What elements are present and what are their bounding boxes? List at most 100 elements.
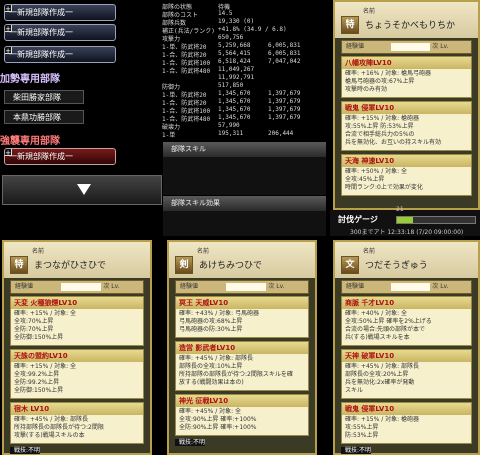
card-footer: 戦技:不明 [10,447,41,454]
skill-line: 所持部隊の部隊長が待つ:2間限スキルを確 [179,371,293,378]
reinforce-section-title: 加勢専用部隊 [0,74,60,85]
skill-box: 宿木 LV10 確率: +45% / 対象: 部隊長 所持部隊長の部隊長が待つ:2間… [10,402,144,444]
skill-line: 全防御:150%上昇 [14,387,64,394]
name-label: 名前 [363,248,376,255]
general-card[interactable]: 文名前 つだそうぎゅう 経験値 次 Lv. 商脈 千才LV10 確率: +40% / 対象… [333,240,480,455]
stat-value: 6,005,831 [268,50,301,57]
down-triangle-icon [77,184,91,195]
exp-label: 経験値 [346,283,365,290]
skill-line: 全攻:90%上昇 確率:+100% [179,416,257,423]
deck-tab[interactable]: 本鼎功勝部隊 [4,110,84,124]
stat-value: 19,330 (0) [218,18,255,25]
stat-value: 14.5 [218,10,233,17]
deck-screen: + 一新規部隊作成一 + 一新規部隊作成一 + 一新規部隊作成一 加勢専用部隊 柴田勝… [0,0,480,455]
stat-value: 11,992,791 [218,74,255,81]
skill-body: 確率: +15% / 対象: 槍砲器 攻:55%上昇 防:53%上昇 合流で相手総兵… [342,114,471,148]
skill-title: 天変 火種狼煙LV10 [11,297,143,309]
skill-title: 宿木 LV10 [11,403,143,415]
gauge-bar [396,216,476,224]
general-card[interactable]: 特名前 ちょうそかべもりちか 経験値 次 Lv. 八幡攻陣LV10 確率: +16% / … [333,0,480,210]
skill-line: 槍馬弓砲器の攻:67%上昇 [345,78,415,85]
card-class-icon: 文 [341,256,359,274]
stat-value: 1,397,679 [268,114,301,121]
stat-value: +41.8% (34.9 / 6.8) [218,26,287,33]
exp-bar [391,43,430,51]
stat-value: 6,005,831 [268,42,301,49]
skill-line: 確率: +15% / 対象: 全 [14,363,77,370]
exp-bar [226,283,266,291]
skill-line: 防:53%上昇 [345,432,379,439]
skill-line: 合流の場合:先頭の部隊が本で [345,326,426,333]
skill-body: 確率: +15% / 対象: 槍砲器 攻:55%上昇 防:53%上昇 [342,415,471,441]
skill-box: 天誅の盟約LV10 確率: +15% / 対象: 全全攻:99.2%上昇 全防:99… [10,349,144,399]
skill-line: 全攻:50%上昇 確率を2%上げる [345,318,432,325]
general-name: あけちみつひで [199,261,263,271]
new-deck-button[interactable]: + 一新規部隊作成一 [4,46,116,63]
skill-body: 確率: +16% / 対象: 槍馬弓砲器 槍馬弓砲器の攻:67%上昇 攻撃時のみ有効 [342,69,471,95]
exp-row: 経験値 次 Lv. [175,280,309,294]
deck-stats-panel: 部隊の状態 待機 部隊のコスト 14.5 部隊兵数 19,330 (0) 補正(兵法/ランク… [160,0,328,140]
exp-label: 経験値 [180,283,199,290]
deck-skill-effect-area [163,211,326,236]
skill-line: スキル [345,387,364,394]
card-class-icon: 特 [10,256,28,274]
skill-line: 攻撃(する)戦場スキルの本 [14,432,85,439]
general-card[interactable]: 特名前 まつながひさひで 経験値次 Lv. 天変 火種狼煙LV10 確率: +15% /… [2,240,152,455]
skill-box: 天神 破軍LV10 確率: +45% / 対象: 部隊長 部隊長の全攻:20%上昇兵… [341,349,472,399]
next-level-label: 次 Lv. [268,283,285,290]
skill-line: 確率: +16% / 対象: 槍馬弓砲器 [345,70,432,77]
plus-icon: + [5,25,12,33]
stat-value: 1,345,670 [218,114,251,121]
skill-line: 確率: +45% / 対象: 部隊長 [14,416,89,423]
gauge-fill [397,217,413,223]
skill-line: 兵を無効化:2x確率が発動 [345,379,415,386]
new-deck-button[interactable]: + 一新規部隊作成一 [4,24,116,41]
card-class-icon: 剣 [175,256,193,274]
exp-row: 経験値 次 Lv. [341,280,472,294]
skill-body: 確率: +15% / 対象: 全全攻:99.2%上昇 全防:99.2%上昇 全防御:… [11,362,143,396]
new-deck-button[interactable]: + 一新規部隊作成一 [4,4,116,21]
exp-label: 経験値 [15,283,34,290]
skill-body: 確率: +50% / 対象: 全全攻:45%上昇 時間ランク:0上で効果が変化 [342,167,471,193]
skill-box: 神光 征戦LV10 確率: +45% / 対象: 全全攻:90%上昇 確率:+10… [175,394,309,436]
card-footer: 戦技:不明 [341,447,372,454]
next-level-label: 次 Lv. [103,283,120,290]
plus-icon: + [5,5,12,13]
skill-line: 全防御:150%上昇 [14,334,64,341]
stat-value: 1,345,670 [218,90,251,97]
skill-title: 商脈 千才LV10 [342,297,471,309]
stat-value: 1,397,679 [268,90,301,97]
stat-value: 5,259,668 [218,42,251,49]
skill-box: 造営 影武者LV10 確率: +45% / 対象: 部隊長 部隊長の全攻:10%上昇… [175,341,309,391]
expand-button[interactable] [2,175,162,205]
skill-line: 確率: +45% / 対象: 部隊長 [345,363,420,370]
new-deck-button[interactable]: + 一新規部隊作成一 [4,148,116,165]
stat-value: 11,049,267 [218,66,255,73]
stat-value: 57,990 [218,122,240,129]
exp-bar [391,283,430,291]
exp-bar [61,283,101,291]
skill-title: 天誅の盟約LV10 [11,350,143,362]
stat-value: 6,518,424 [218,58,251,65]
timer-text: 300までアト 12:33:18 (7/20 09:00:00) [350,229,464,236]
skill-body: 確率: +45% / 対象: 全全攻:90%上昇 確率:+100% 全防:90%上… [176,407,308,433]
exp-row: 経験値 次 Lv. [10,280,144,294]
stat-label: 1-単 [162,132,176,139]
skill-line: 確率: +50% / 対象: 全 [345,168,408,175]
skill-body: 確率: +45% / 対象: 部隊長 所持部隊長の部隊長が待つ:2間限 攻撃(する)… [11,415,143,441]
skill-box: 戦鬼 侵軍LV10 確率: +15% / 対象: 槍砲器 攻:55%上昇 防:53%… [341,101,472,151]
stat-value: 1,397,679 [268,106,301,113]
skill-line: 確率: +43% / 対象: 弓馬砲器 [179,310,260,317]
skill-title: 神光 征戦LV10 [176,395,308,407]
assault-section-title: 強襲専用部隊 [0,136,60,147]
name-label: 名前 [32,248,45,255]
plus-icon: + [5,149,12,157]
stat-value: 517,850 [218,82,244,89]
next-level-label: 次 Lv. [432,283,449,290]
skill-line: 攻:55%上昇 防:53%上昇 [345,123,414,130]
gauge-value: 21 [396,206,404,213]
skill-line: 全攻:70%上昇 [14,318,54,325]
general-card[interactable]: 剣名前 あけちみつひで 経験値 次 Lv. 冥王 天威LV10 確率: +43% / 対象… [167,240,317,455]
skill-line: 弓馬砲器の攻:68%上昇 [179,318,243,325]
deck-tab[interactable]: 柴田勝家部隊 [4,90,84,104]
